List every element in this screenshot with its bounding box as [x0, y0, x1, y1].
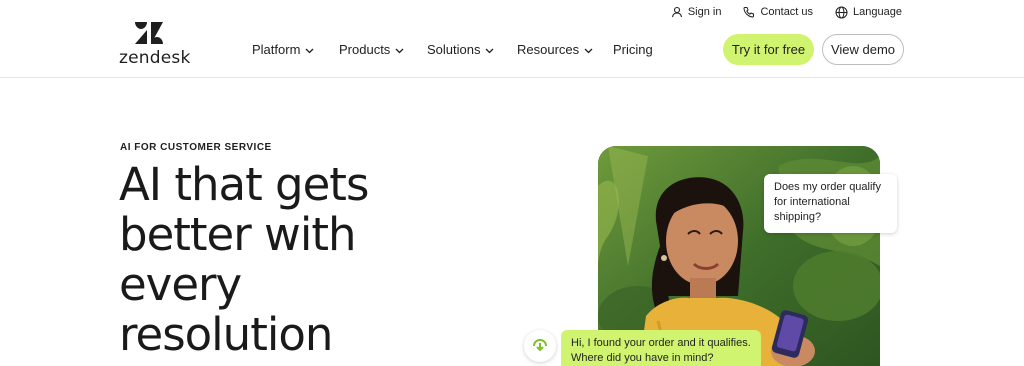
- nav-label: Products: [339, 41, 391, 57]
- chevron-down-icon: [305, 42, 314, 57]
- sign-in-label: Sign in: [687, 6, 722, 18]
- nav-item-platform[interactable]: Platform: [252, 41, 314, 57]
- agent-reply-bubble: Hi, I found your order and it qualifies.…: [561, 330, 761, 366]
- phone-icon: [743, 6, 755, 18]
- message-line: shipping?: [774, 211, 822, 223]
- contact-us-link[interactable]: Contact us: [743, 4, 813, 20]
- globe-icon: [835, 6, 848, 19]
- zendesk-logo[interactable]: zendesk: [119, 20, 190, 68]
- headline-line: AI that gets: [119, 158, 369, 211]
- message-line: Does my order qualify: [774, 181, 881, 193]
- headline-line: every: [119, 258, 242, 311]
- nav-item-resources[interactable]: Resources: [517, 41, 593, 57]
- hero-eyebrow: AI FOR CUSTOMER SERVICE: [120, 142, 272, 153]
- header-divider: [0, 77, 1024, 78]
- logo-wordmark: zendesk: [119, 48, 191, 68]
- nav-item-products[interactable]: Products: [339, 41, 404, 57]
- user-icon: [671, 6, 683, 18]
- nav-label: Pricing: [613, 41, 653, 57]
- nav-label: Platform: [252, 41, 301, 57]
- contact-us-label: Contact us: [760, 6, 814, 18]
- nav-item-pricing[interactable]: Pricing: [613, 41, 653, 57]
- view-demo-button[interactable]: View demo: [822, 34, 904, 65]
- headline-line: better with: [119, 208, 357, 261]
- language-selector[interactable]: Language: [835, 4, 902, 20]
- utility-bar: Sign in Contact us Language: [671, 4, 902, 20]
- sign-in-link[interactable]: Sign in: [671, 4, 722, 20]
- message-line: Hi, I found your order and it qualifies.: [571, 337, 751, 349]
- customer-message-bubble: Does my order qualify for international …: [764, 174, 897, 233]
- nav-item-solutions[interactable]: Solutions: [427, 41, 494, 57]
- chevron-down-icon: [584, 42, 593, 57]
- try-it-free-button[interactable]: Try it for free: [723, 34, 814, 65]
- hero-headline: AI that gets better with every resolutio…: [119, 160, 449, 360]
- chevron-down-icon: [395, 42, 404, 57]
- zendesk-logo-icon: [133, 20, 165, 51]
- nav-label: Resources: [517, 41, 580, 57]
- language-label: Language: [853, 6, 902, 18]
- ai-agent-icon: [524, 330, 556, 362]
- headline-line: resolution: [119, 308, 333, 361]
- message-line: for international: [774, 196, 850, 208]
- nav-label: Solutions: [427, 41, 481, 57]
- chevron-down-icon: [485, 42, 494, 57]
- message-line: Where did you have in mind?: [571, 352, 714, 364]
